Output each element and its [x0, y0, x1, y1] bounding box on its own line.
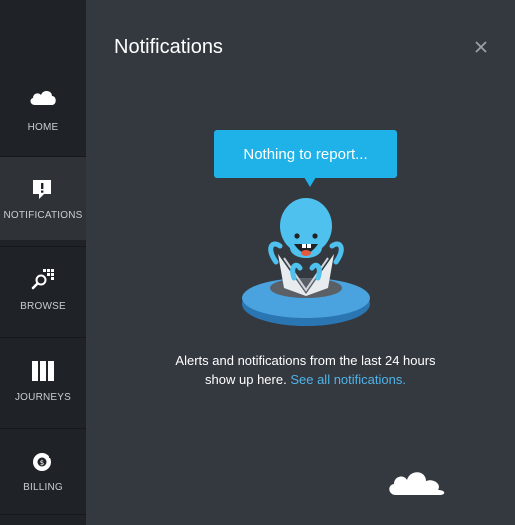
bubble-tail	[304, 177, 316, 187]
empty-state-bubble: Nothing to report...	[214, 130, 397, 178]
sidebar-item-label: BILLING	[23, 482, 63, 493]
sidebar: HOME NOTIFICATIONS BROWSE JOURNEYS $ BIL…	[0, 0, 86, 525]
sidebar-item-notifications[interactable]: NOTIFICATIONS	[0, 157, 86, 240]
columns-icon	[32, 361, 54, 381]
notifications-panel: Notifications Nothing to report... Alert…	[86, 0, 515, 525]
sidebar-item-label: HOME	[27, 122, 59, 133]
divider	[0, 514, 86, 515]
page-title: Notifications	[114, 36, 223, 58]
svg-text:$: $	[40, 459, 44, 467]
billing-coin-icon: $	[33, 453, 53, 471]
empty-state-message: Alerts and notifications from the last 2…	[172, 351, 439, 389]
sidebar-item-browse[interactable]: BROWSE	[0, 247, 86, 337]
alert-speech-icon	[33, 180, 51, 199]
see-all-notifications-link[interactable]: See all notifications.	[290, 372, 406, 387]
cloud-icon	[389, 472, 445, 495]
mascot-illustration	[242, 198, 370, 326]
sidebar-item-label: JOURNEYS	[14, 392, 72, 403]
sidebar-item-home[interactable]: HOME	[0, 0, 86, 156]
sidebar-item-journeys[interactable]: JOURNEYS	[0, 338, 86, 428]
sidebar-item-billing[interactable]: $ BILLING	[0, 429, 86, 514]
sidebar-item-label: NOTIFICATIONS	[3, 210, 83, 221]
cloud-icon	[30, 90, 56, 105]
sidebar-item-label: BROWSE	[20, 301, 66, 312]
browse-search-icon	[31, 269, 54, 290]
close-icon[interactable]	[472, 38, 490, 56]
